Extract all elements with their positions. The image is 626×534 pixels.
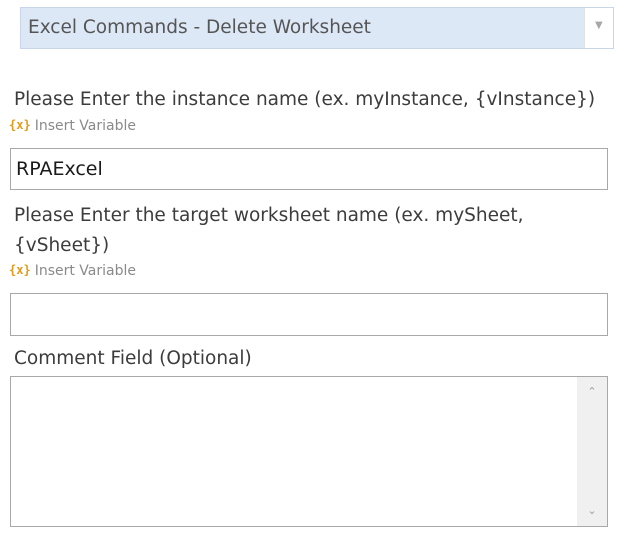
scroll-up-icon[interactable]: ⌃ <box>577 381 607 403</box>
instance-name-input[interactable] <box>10 148 608 190</box>
instance-insert-variable-link[interactable]: {x} Insert Variable <box>9 117 136 135</box>
instance-name-label: Please Enter the instance name (ex. myIn… <box>14 89 596 110</box>
scroll-down-icon[interactable]: ⌄ <box>577 500 607 522</box>
insert-variable-label: Insert Variable <box>34 263 136 279</box>
chevron-down-icon: ▼ <box>595 20 603 31</box>
comment-scrollbar[interactable]: ⌃ ⌄ <box>577 377 607 526</box>
insert-variable-label: Insert Variable <box>34 118 136 134</box>
command-select-value: Excel Commands - Delete Worksheet <box>28 17 371 38</box>
worksheet-insert-variable-link[interactable]: {x} Insert Variable <box>9 262 136 280</box>
comment-textarea[interactable] <box>11 377 577 526</box>
worksheet-name-input[interactable] <box>10 293 608 336</box>
comment-field-box: ⌃ ⌄ <box>10 376 608 527</box>
command-select-arrow-button[interactable]: ▼ <box>584 8 613 48</box>
worksheet-name-label-line1: Please Enter the target worksheet name (… <box>14 205 524 226</box>
worksheet-name-label-line2: {vSheet}) <box>14 235 110 256</box>
command-select[interactable]: Excel Commands - Delete Worksheet ▼ <box>20 7 614 49</box>
variable-icon: {x} <box>9 263 31 277</box>
comment-field-label: Comment Field (Optional) <box>14 348 252 369</box>
variable-icon: {x} <box>9 118 31 132</box>
